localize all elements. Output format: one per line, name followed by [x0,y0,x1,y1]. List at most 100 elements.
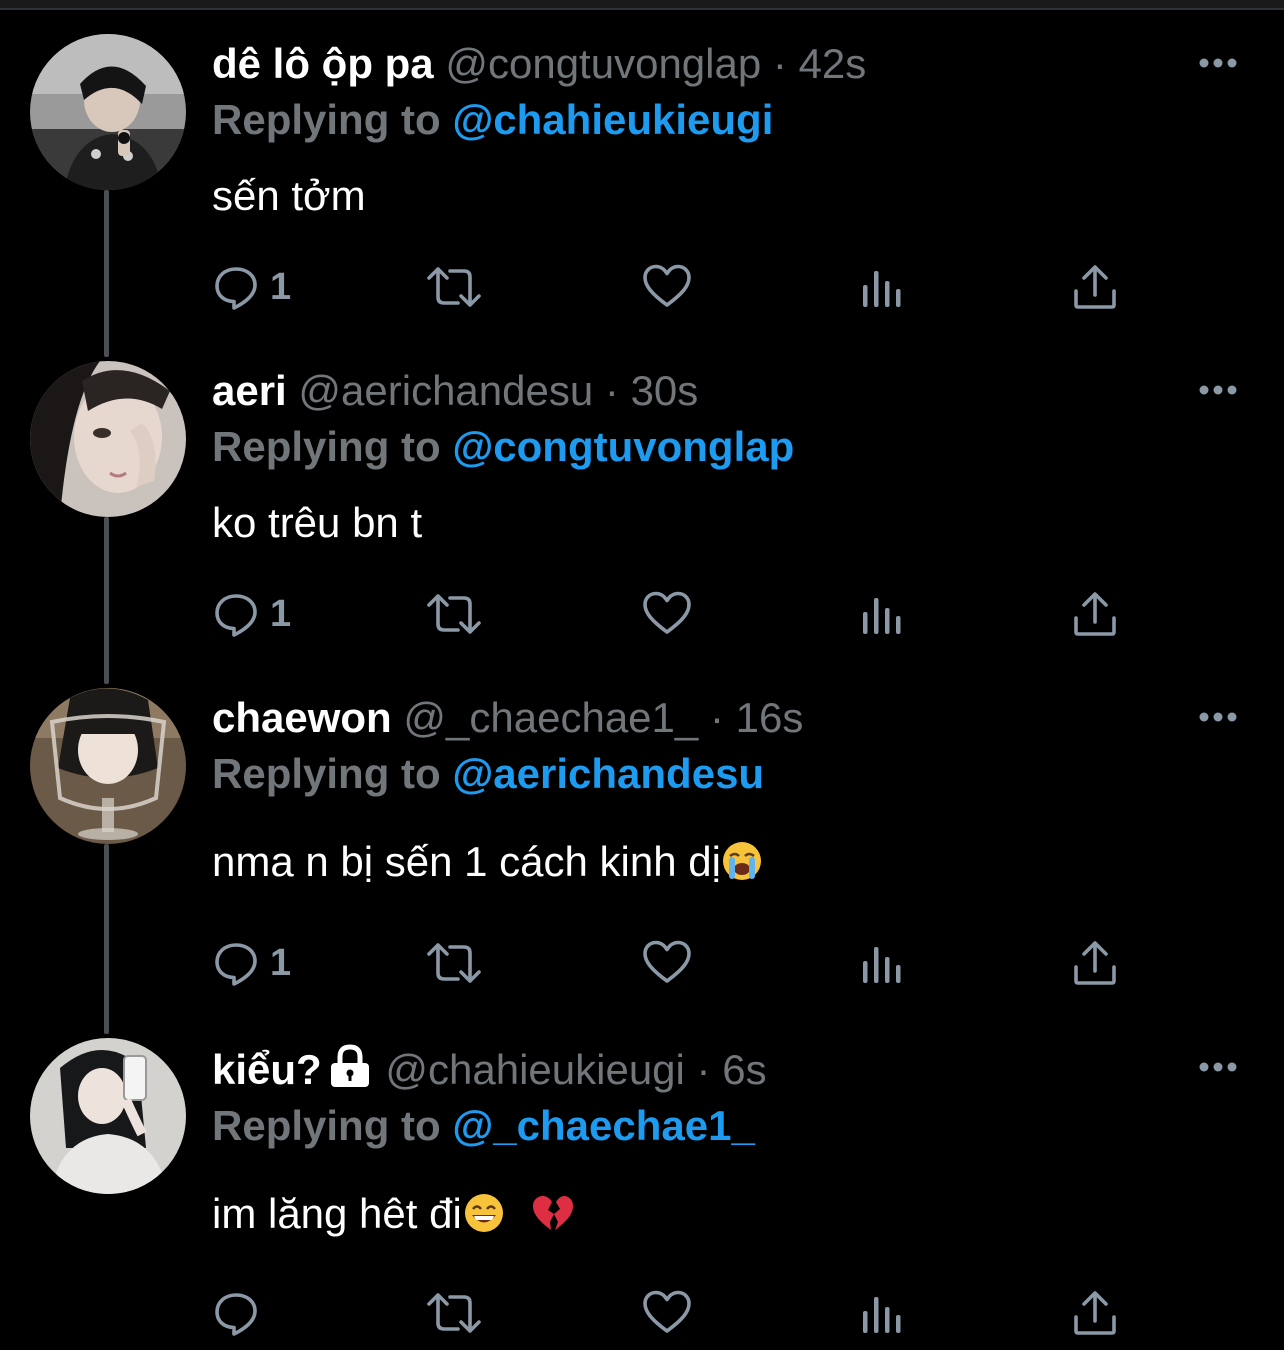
more-dots-icon [1199,385,1237,395]
retweet-button[interactable] [426,262,482,312]
retweet-button[interactable] [426,1288,482,1338]
tweet-text-content: im lăng hêt đi [212,1190,462,1237]
tweet-text: im lăng hêt đi [212,1186,575,1248]
retweet-button[interactable] [426,938,482,988]
retweet-icon [427,594,481,634]
share-button[interactable] [1072,589,1118,639]
reply-mention-link[interactable]: @aerichandesu [452,750,764,797]
like-button[interactable] [642,1288,692,1338]
heart-icon [643,1290,691,1333]
timestamp[interactable]: 30s [631,367,699,414]
views-bar-chart-icon [863,1297,901,1333]
replying-to-line: Replying to @chahieukieugi [212,94,773,146]
tweet-text-content: nma n bị sến 1 cách kinh dị [212,838,721,885]
display-name[interactable]: dê lô ộp pa [212,40,434,87]
avatar[interactable] [30,34,186,190]
reply-thread: dê lô ộp pa @congtuvonglap · 42s Replyin… [0,0,1284,1350]
views-bar-chart-icon [863,598,901,634]
views-bar-chart-icon [863,947,901,983]
reply-icon [215,267,257,310]
display-name[interactable]: chaewon [212,694,392,741]
user-handle[interactable]: @_chaechae1_ [403,694,698,741]
lock-icon [330,1044,369,1087]
tweet-actions: 1 [0,589,1284,639]
reply-count: 1 [270,265,292,308]
replying-to-line: Replying to @_chaechae1_ [212,1100,755,1152]
reply-icon [215,943,257,986]
share-button[interactable] [1072,262,1118,312]
tweet-header: dê lô ộp pa @congtuvonglap · 42s [212,38,866,90]
display-name[interactable]: aeri [212,367,287,414]
views-button[interactable] [860,262,904,312]
user-handle[interactable]: @congtuvonglap [445,40,761,87]
heart-icon [643,940,691,983]
tweet-actions [0,1288,1284,1338]
more-options-button[interactable] [1196,1052,1240,1082]
reply-button[interactable] [212,1288,270,1338]
replying-to-line: Replying to @aerichandesu [212,748,764,800]
replying-to-label: Replying to [212,96,441,143]
reply-count: 1 [270,941,292,984]
more-options-button[interactable] [1196,375,1240,405]
tweet-header: aeri @aerichandesu · 30s [212,365,698,417]
tweet[interactable]: kiểu? @chahieukieugi · 6s Replying to @_… [0,1004,1284,1350]
display-name[interactable]: kiểu? [212,1046,322,1093]
timestamp[interactable]: 6s [722,1046,766,1093]
broken-heart-icon [533,1196,574,1230]
avatar[interactable] [30,361,186,517]
tweet-text: sến tởm [212,168,366,224]
avatar-photo [30,688,186,844]
like-button[interactable] [642,589,692,639]
timestamp[interactable]: 42s [799,40,867,87]
share-icon [1074,265,1116,309]
reply-mention-link[interactable]: @_chaechae1_ [452,1102,755,1149]
reply-mention-link[interactable]: @chahieukieugi [452,96,773,143]
more-options-button[interactable] [1196,48,1240,78]
share-button[interactable] [1072,938,1118,988]
reply-button[interactable]: 1 [212,262,291,312]
user-handle[interactable]: @chahieukieugi [385,1046,685,1093]
more-options-button[interactable] [1196,702,1240,732]
avatar[interactable] [30,688,186,844]
broken-heart-emoji [531,1192,575,1248]
reply-count: 1 [270,592,292,635]
tweet-text: ko trêu bn t [212,495,422,551]
tweet-header: chaewon @_chaechae1_ · 16s [212,692,803,744]
protected-lock-icon [326,1044,374,1100]
share-button[interactable] [1072,1288,1118,1338]
share-icon [1074,592,1116,636]
tweet[interactable]: dê lô ộp pa @congtuvonglap · 42s Replyin… [0,0,1284,327]
user-handle[interactable]: @aerichandesu [298,367,593,414]
tweet[interactable]: chaewon @_chaechae1_ · 16s Replying to @… [0,654,1284,986]
views-button[interactable] [860,1288,904,1338]
tweet-text-content: sến tởm [212,172,366,219]
views-button[interactable] [860,938,904,988]
tweet[interactable]: aeri @aerichandesu · 30s Replying to @co… [0,327,1284,654]
separator-dot: · [696,1046,711,1093]
avatar-photo [30,361,186,517]
avatar-photo [30,1038,186,1194]
reply-mention-link[interactable]: @congtuvonglap [452,423,794,470]
replying-to-label: Replying to [212,750,441,797]
reply-icon [215,594,257,637]
avatar-photo [30,34,186,190]
retweet-button[interactable] [426,589,482,639]
timestamp[interactable]: 16s [736,694,804,741]
views-button[interactable] [860,589,904,639]
tweet-text: nma n bị sến 1 cách kinh dị [212,834,763,896]
retweet-icon [427,943,481,983]
like-button[interactable] [642,262,692,312]
like-button[interactable] [642,938,692,988]
share-icon [1074,941,1116,985]
reply-button[interactable]: 1 [212,938,291,988]
replying-to-label: Replying to [212,1102,441,1149]
grinning-face-emoji [462,1192,506,1248]
retweet-icon [427,1293,481,1333]
reply-button[interactable]: 1 [212,589,291,639]
share-icon [1074,1291,1116,1335]
separator-dot: · [772,40,787,87]
heart-icon [643,591,691,634]
retweet-icon [427,267,481,307]
avatar[interactable] [30,1038,186,1194]
grinning-face-with-smiling-eyes-icon [464,1194,503,1232]
